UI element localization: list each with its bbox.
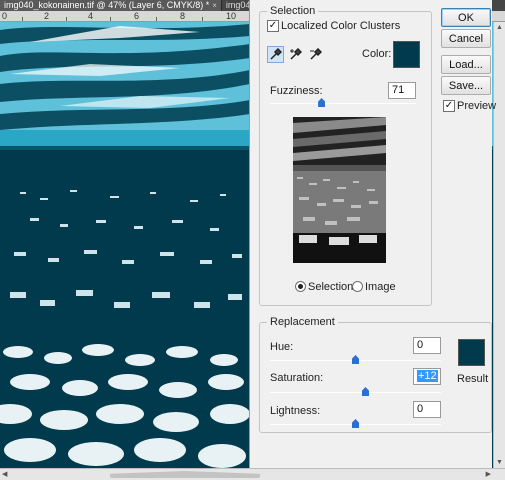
saturation-value: +12: [417, 370, 438, 382]
result-label: Result: [457, 373, 489, 385]
horizontal-scrollbar[interactable]: ◀ ▶: [0, 468, 505, 480]
ruler-number: 4: [88, 11, 94, 21]
selection-legend: Selection: [270, 5, 316, 17]
fuzziness-field[interactable]: 71: [388, 82, 416, 99]
hue-label: Hue:: [270, 341, 294, 353]
scroll-up-icon[interactable]: ▲: [496, 24, 503, 31]
scroll-left-icon[interactable]: ◀: [2, 470, 7, 478]
ruler-tick: [22, 17, 23, 21]
image-mode-label: Image: [365, 281, 396, 293]
saturation-label: Saturation:: [270, 372, 324, 384]
scroll-down-icon[interactable]: ▼: [496, 459, 503, 466]
vertical-scrollbar[interactable]: ▲ ▼: [493, 22, 505, 468]
eyedropper-minus-icon[interactable]: [307, 46, 324, 63]
tab-img040[interactable]: img040_kokonainen.tif @ 47% (Layer 6, CM…: [0, 0, 222, 11]
lightness-label: Lightness:: [270, 405, 321, 417]
ruler-number: 8: [180, 11, 186, 21]
cancel-button[interactable]: Cancel: [441, 29, 491, 48]
ruler-tick: [202, 17, 203, 21]
localized-color-clusters-checkbox[interactable]: ✓: [267, 20, 279, 32]
ruler-number: 2: [44, 11, 50, 21]
lightness-field[interactable]: 0: [413, 401, 441, 418]
ruler-tick: [156, 17, 157, 21]
scroll-right-icon[interactable]: ▶: [486, 470, 491, 478]
ruler-tick: [110, 17, 111, 21]
eyedropper-plus-icon[interactable]: [287, 46, 304, 63]
replacement-legend: Replacement: [270, 316, 335, 328]
localized-color-clusters-label: Localized Color Clusters: [281, 20, 401, 32]
ruler-number: 6: [134, 11, 140, 21]
fuzziness-slider-track[interactable]: [270, 103, 416, 104]
horizontal-scroll-thumb[interactable]: [110, 471, 260, 478]
ok-button[interactable]: OK: [441, 8, 491, 27]
tab-img040-label: img040_kokonainen.tif @ 47% (Layer 6, CM…: [4, 0, 210, 10]
save-button[interactable]: Save...: [441, 76, 491, 95]
hue-field[interactable]: 0: [413, 337, 441, 354]
preview-label: Preview: [457, 100, 497, 112]
saturation-slider-track[interactable]: [270, 392, 441, 393]
selection-color-swatch[interactable]: [393, 41, 420, 68]
load-button[interactable]: Load...: [441, 55, 491, 74]
image-mode-radio[interactable]: [352, 281, 363, 292]
saturation-field[interactable]: +12: [413, 368, 441, 385]
fuzziness-label: Fuzziness:: [270, 85, 323, 97]
selection-preview-image: [293, 117, 386, 263]
ruler-number: 0: [2, 11, 8, 21]
ruler-tick: [66, 17, 67, 21]
eyedropper-icon[interactable]: [267, 46, 284, 63]
preview-checkbox[interactable]: ✓: [443, 100, 455, 112]
selection-mode-radio[interactable]: [295, 281, 306, 292]
result-color-swatch[interactable]: [458, 339, 485, 366]
selection-mode-label: Selection: [308, 281, 354, 293]
ruler-number: 10: [226, 11, 237, 21]
color-label: Color:: [362, 48, 392, 60]
tab-close-icon[interactable]: ×: [212, 0, 217, 11]
